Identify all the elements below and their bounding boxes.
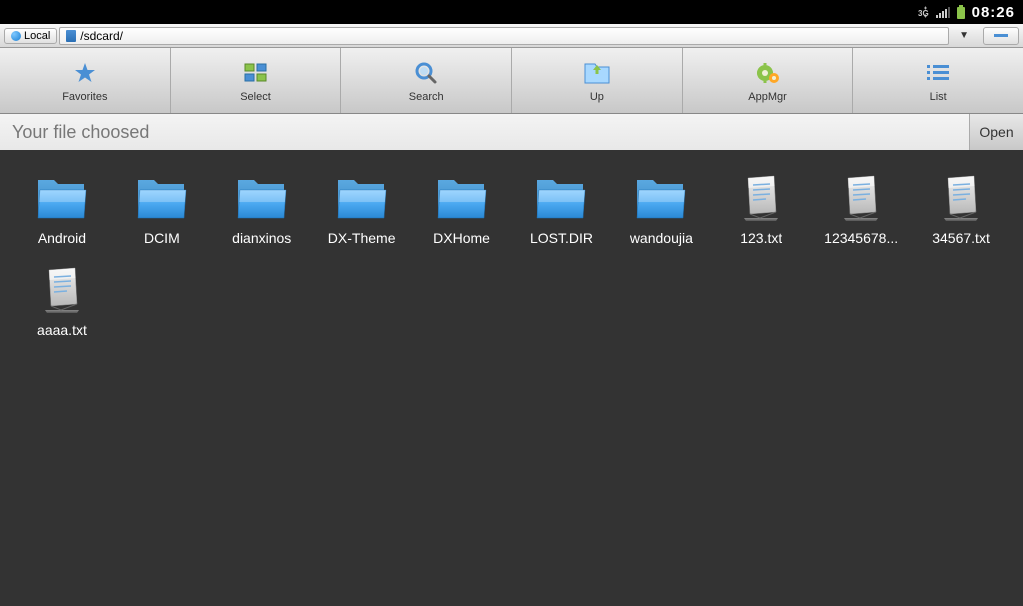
- file-label: Android: [38, 230, 86, 246]
- folder-item[interactable]: dianxinos: [216, 170, 308, 250]
- file-grid: Android DCIM dianxinos DX-Theme DXHome L…: [16, 170, 1007, 342]
- folder-icon: [533, 174, 589, 222]
- list-label: List: [930, 91, 947, 103]
- file-label: LOST.DIR: [530, 230, 593, 246]
- local-icon: [11, 31, 21, 41]
- up-button[interactable]: Up: [512, 48, 683, 113]
- file-label: DX-Theme: [328, 230, 396, 246]
- search-icon: [412, 59, 440, 87]
- minimize-button[interactable]: [983, 27, 1019, 45]
- dropdown-icon[interactable]: ▼: [951, 30, 977, 41]
- file-chosen-display[interactable]: Your file choosed: [0, 114, 969, 150]
- file-item[interactable]: 12345678...: [815, 170, 907, 250]
- file-icon: [34, 266, 90, 314]
- clock-time: 08:26: [972, 4, 1015, 21]
- battery-icon: [956, 5, 966, 19]
- file-label: DCIM: [144, 230, 180, 246]
- up-icon: [583, 59, 611, 87]
- path-input[interactable]: /sdcard/: [59, 27, 949, 45]
- file-label: wandoujia: [630, 230, 693, 246]
- sdcard-icon: [66, 30, 76, 42]
- minimize-icon: [994, 34, 1008, 37]
- select-label: Select: [240, 91, 271, 103]
- toolbar: Favorites Select Search Up AppMgr List: [0, 48, 1023, 114]
- file-icon: [733, 174, 789, 222]
- favorites-button[interactable]: Favorites: [0, 48, 171, 113]
- file-label: 123.txt: [740, 230, 782, 246]
- file-area: Android DCIM dianxinos DX-Theme DXHome L…: [0, 150, 1023, 606]
- svg-text:3G: 3G: [918, 9, 929, 18]
- list-button[interactable]: List: [853, 48, 1023, 113]
- appmgr-label: AppMgr: [748, 91, 787, 103]
- select-button[interactable]: Select: [171, 48, 342, 113]
- folder-icon: [434, 174, 490, 222]
- file-label: aaaa.txt: [37, 322, 87, 338]
- folder-icon: [134, 174, 190, 222]
- local-button[interactable]: Local: [4, 28, 57, 44]
- signal-icon: [936, 6, 950, 18]
- appmgr-button[interactable]: AppMgr: [683, 48, 854, 113]
- folder-icon: [34, 174, 90, 222]
- search-button[interactable]: Search: [341, 48, 512, 113]
- file-label: dianxinos: [232, 230, 291, 246]
- up-label: Up: [590, 91, 604, 103]
- folder-icon: [334, 174, 390, 222]
- network-3g-icon: 3G: [918, 6, 930, 18]
- file-item[interactable]: aaaa.txt: [16, 262, 108, 342]
- folder-item[interactable]: Android: [16, 170, 108, 250]
- folder-icon: [633, 174, 689, 222]
- list-icon: [924, 59, 952, 87]
- file-icon: [833, 174, 889, 222]
- favorites-label: Favorites: [62, 91, 107, 103]
- path-open-bar: Your file choosed Open: [0, 114, 1023, 150]
- folder-item[interactable]: DX-Theme: [316, 170, 408, 250]
- file-label: 34567.txt: [932, 230, 990, 246]
- local-label: Local: [24, 30, 50, 42]
- search-label: Search: [409, 91, 444, 103]
- folder-item[interactable]: wandoujia: [615, 170, 707, 250]
- status-bar: 3G 08:26: [0, 0, 1023, 24]
- select-icon: [242, 59, 270, 87]
- file-label: DXHome: [433, 230, 490, 246]
- open-button[interactable]: Open: [969, 114, 1023, 150]
- file-item[interactable]: 123.txt: [715, 170, 807, 250]
- file-item[interactable]: 34567.txt: [915, 170, 1007, 250]
- path-text: /sdcard/: [80, 29, 123, 43]
- folder-item[interactable]: DCIM: [116, 170, 208, 250]
- file-label: 12345678...: [824, 230, 898, 246]
- folder-item[interactable]: LOST.DIR: [516, 170, 608, 250]
- gear-icon: [754, 59, 782, 87]
- folder-item[interactable]: DXHome: [416, 170, 508, 250]
- file-icon: [933, 174, 989, 222]
- folder-icon: [234, 174, 290, 222]
- star-icon: [71, 59, 99, 87]
- location-bar: Local /sdcard/ ▼: [0, 24, 1023, 48]
